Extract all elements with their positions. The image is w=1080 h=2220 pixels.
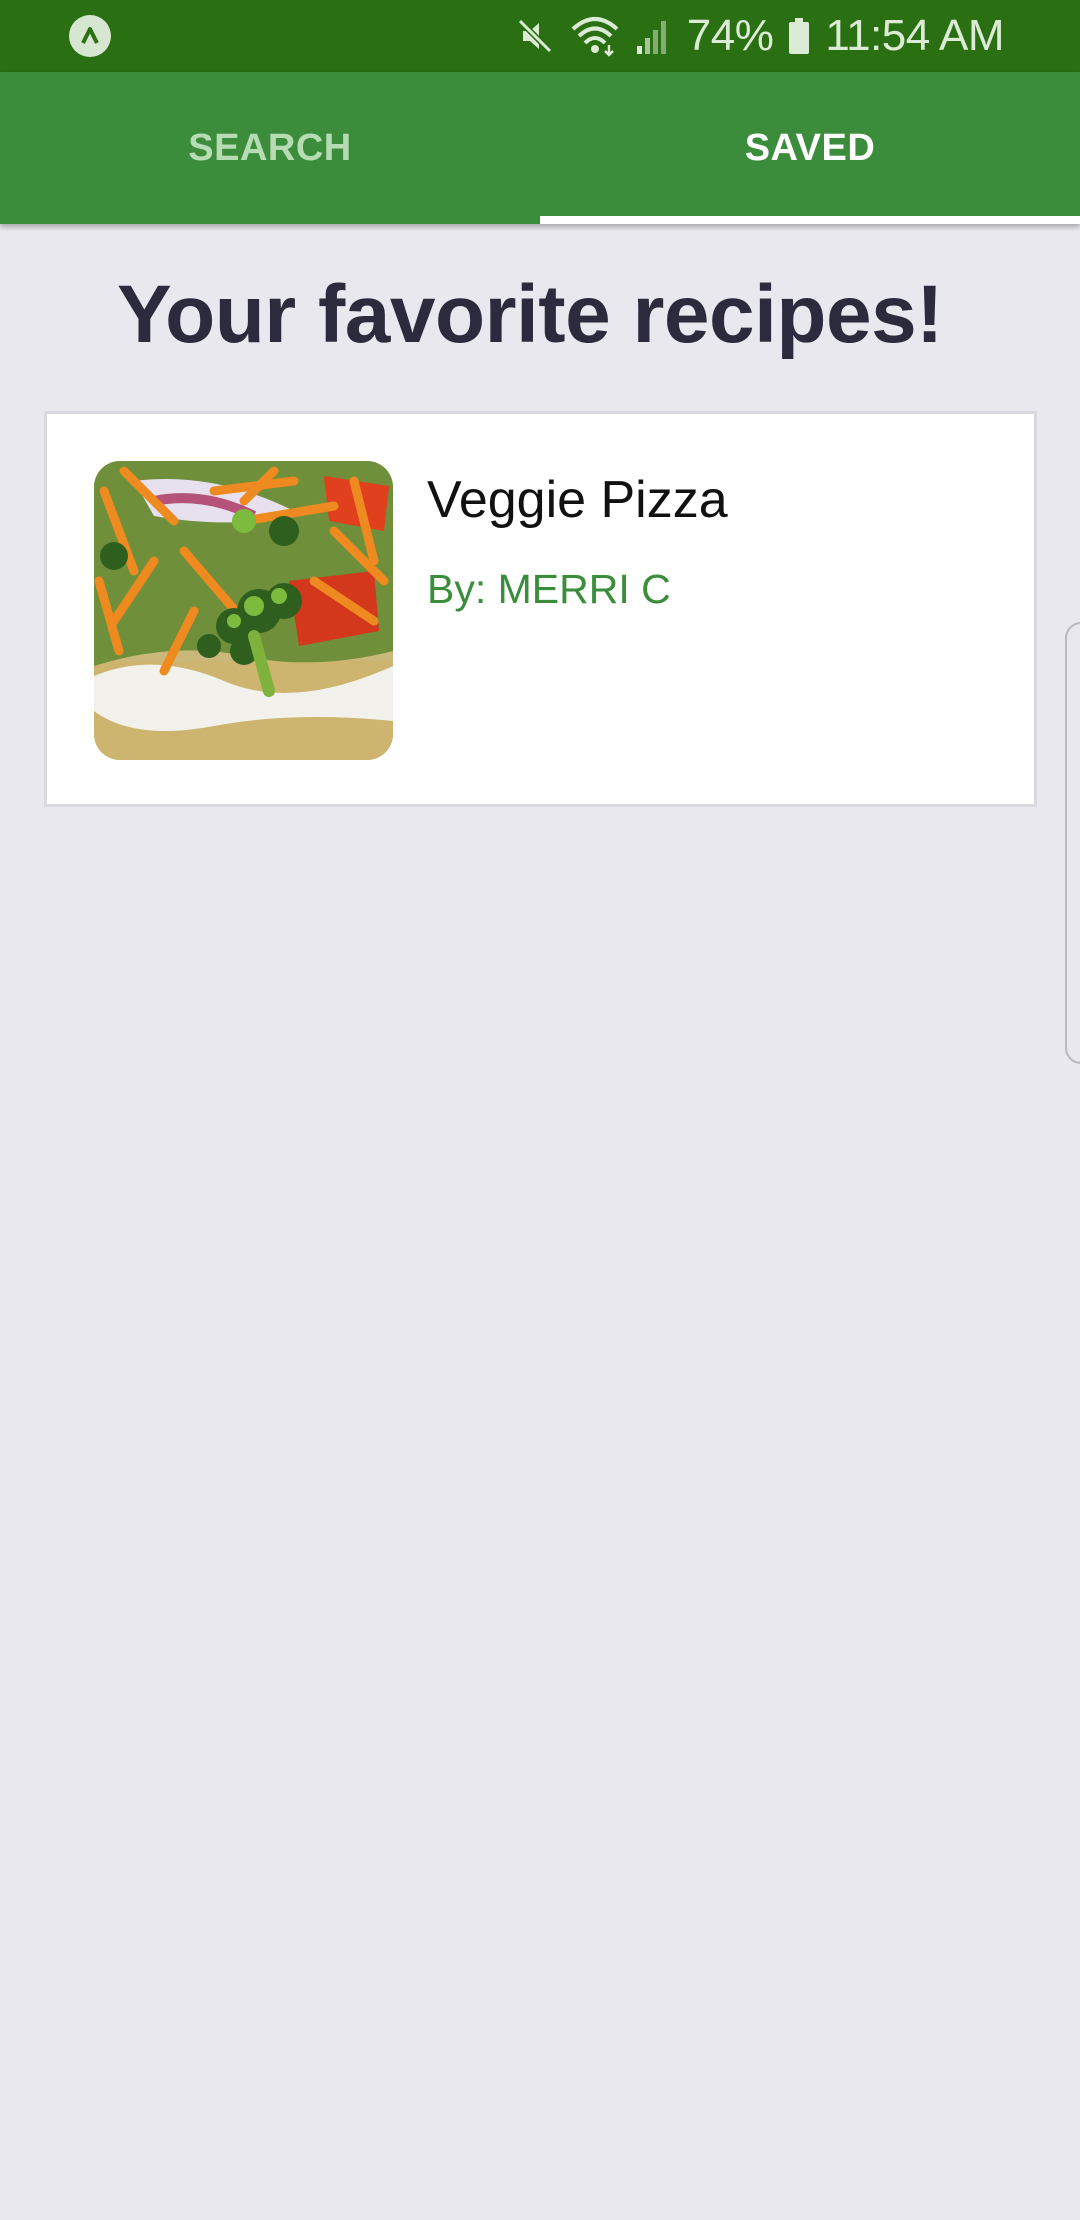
page-title: Your favorite recipes!	[117, 269, 943, 360]
recipe-thumbnail	[94, 461, 393, 760]
app-logo-icon	[69, 15, 111, 57]
recipe-name: Veggie Pizza	[427, 471, 728, 529]
tab-bar: SEARCH SAVED	[0, 72, 1080, 224]
tab-saved-label: SAVED	[744, 126, 876, 169]
active-tab-indicator	[540, 216, 1080, 224]
recipe-author: By: MERRI C	[427, 566, 671, 612]
tab-search-label: SEARCH	[188, 126, 352, 169]
battery-icon	[789, 18, 810, 54]
tab-search[interactable]: SEARCH	[0, 72, 540, 224]
wifi-icon	[571, 17, 619, 57]
tab-saved[interactable]: SAVED	[540, 72, 1080, 224]
battery-percent: 74%	[686, 11, 774, 60]
clock: 11:54 AM	[825, 11, 1004, 60]
signal-icon	[636, 21, 666, 54]
status-bar: 74% 11:54 AM	[0, 0, 1080, 72]
recipe-card[interactable]: Veggie Pizza By: MERRI C	[44, 411, 1037, 807]
edge-panel-handle[interactable]	[1065, 622, 1080, 1064]
mute-icon	[517, 18, 552, 54]
